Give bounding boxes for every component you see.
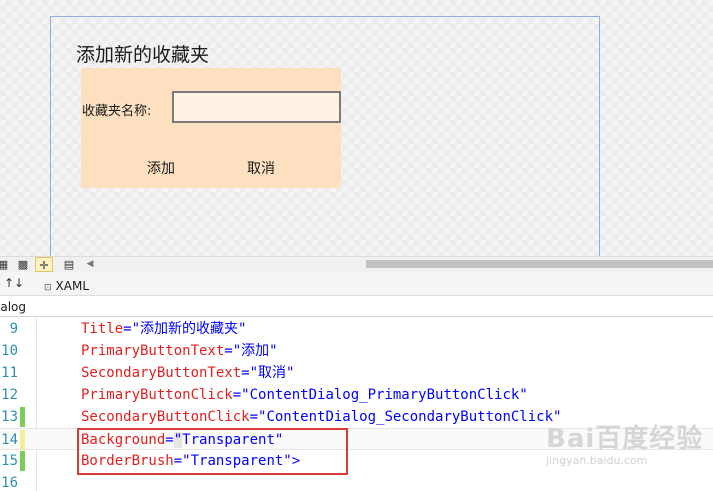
line-number: 9 [9,321,18,337]
code-text: SecondaryButtonText="取消" [81,362,294,384]
attribute-name: PrimaryButtonText [81,343,225,359]
code-text: PrimaryButtonClick="ContentDialog_Primar… [81,384,528,406]
line-number: 12 [1,387,18,403]
attribute-name: Title [81,321,124,337]
equals-sign: = [241,365,250,381]
tab-xaml[interactable]: ⊡ XAML [40,277,93,295]
dialog-title: 添加新的收藏夹 [76,44,210,66]
code-line[interactable]: 10 PrimaryButtonText="添加" [0,340,713,362]
line-number: 16 [1,475,18,491]
equals-sign: = [224,343,233,359]
snap-grid-icon[interactable]: ▩ [14,257,32,272]
swap-panes-icon[interactable]: ↑↓ [4,276,24,290]
grid-icon[interactable]: ▦ [0,257,12,272]
attribute-name: PrimaryButtonClick [81,387,233,403]
designer-surface: 添加新的收藏夹 收藏夹名称: 添加 取消 [0,0,713,256]
change-marker [20,430,25,450]
code-text: Title="添加新的收藏夹" [81,318,246,340]
attribute-value: "取消" [249,365,295,381]
line-number: 14 [1,432,18,448]
snap-lines-icon[interactable]: ✛ [35,257,53,272]
attribute-value: "ContentDialog_SecondaryButtonClick" [258,409,562,425]
xaml-tab-icon: ⊡ [44,283,52,293]
watermark-logo: Bai百度经验 [546,424,704,454]
scroll-left-icon[interactable]: ◀ [84,257,96,272]
change-marker [20,451,25,471]
attribute-value: "添加" [232,343,278,359]
code-text: PrimaryButtonText="添加" [81,340,278,362]
equals-sign: = [232,387,242,403]
attribute-value: "添加新的收藏夹" [131,321,247,337]
device-preview-icon[interactable]: ▤ [60,257,78,272]
line-number: 10 [1,343,18,359]
baidu-watermark: Bai百度经验 jingyan.baidu.com [546,418,708,472]
breadcrumb[interactable]: ialog [0,297,713,317]
line-number: 15 [1,453,18,469]
dialog-content: 收藏夹名称: 添加 取消 [81,68,341,188]
breadcrumb-element[interactable]: ialog [0,297,26,317]
watermark-url: jingyan.baidu.com [546,454,648,467]
highlight-box [77,428,348,475]
attribute-value: "ContentDialog_PrimaryButtonClick" [241,387,528,403]
line-number: 11 [1,365,18,381]
xaml-tab-label: XAML [55,279,90,293]
line-number: 13 [1,409,18,425]
code-line[interactable]: 9 Title="添加新的收藏夹" [0,318,713,340]
change-marker [20,407,25,427]
equals-sign: = [123,321,132,337]
code-line[interactable]: 11 SecondaryButtonText="取消" [0,362,713,384]
folder-name-label: 收藏夹名称: [82,104,152,119]
add-button[interactable]: 添加 [121,156,201,180]
view-tabbar: ↑↓ ⊡ XAML [0,272,713,296]
cancel-button[interactable]: 取消 [221,156,301,180]
equals-sign: = [249,409,259,425]
horizontal-scrollbar-thumb[interactable] [366,260,713,268]
folder-name-input[interactable] [172,91,341,123]
designer-toolbar: ▦ ▩ ✛ ▤ ◀ [0,256,713,272]
attribute-name: SecondaryButtonText [81,365,242,381]
code-text: SecondaryButtonClick="ContentDialog_Seco… [81,406,561,428]
code-line[interactable]: 12 PrimaryButtonClick="ContentDialog_Prim… [0,384,713,406]
attribute-name: SecondaryButtonClick [81,409,250,425]
